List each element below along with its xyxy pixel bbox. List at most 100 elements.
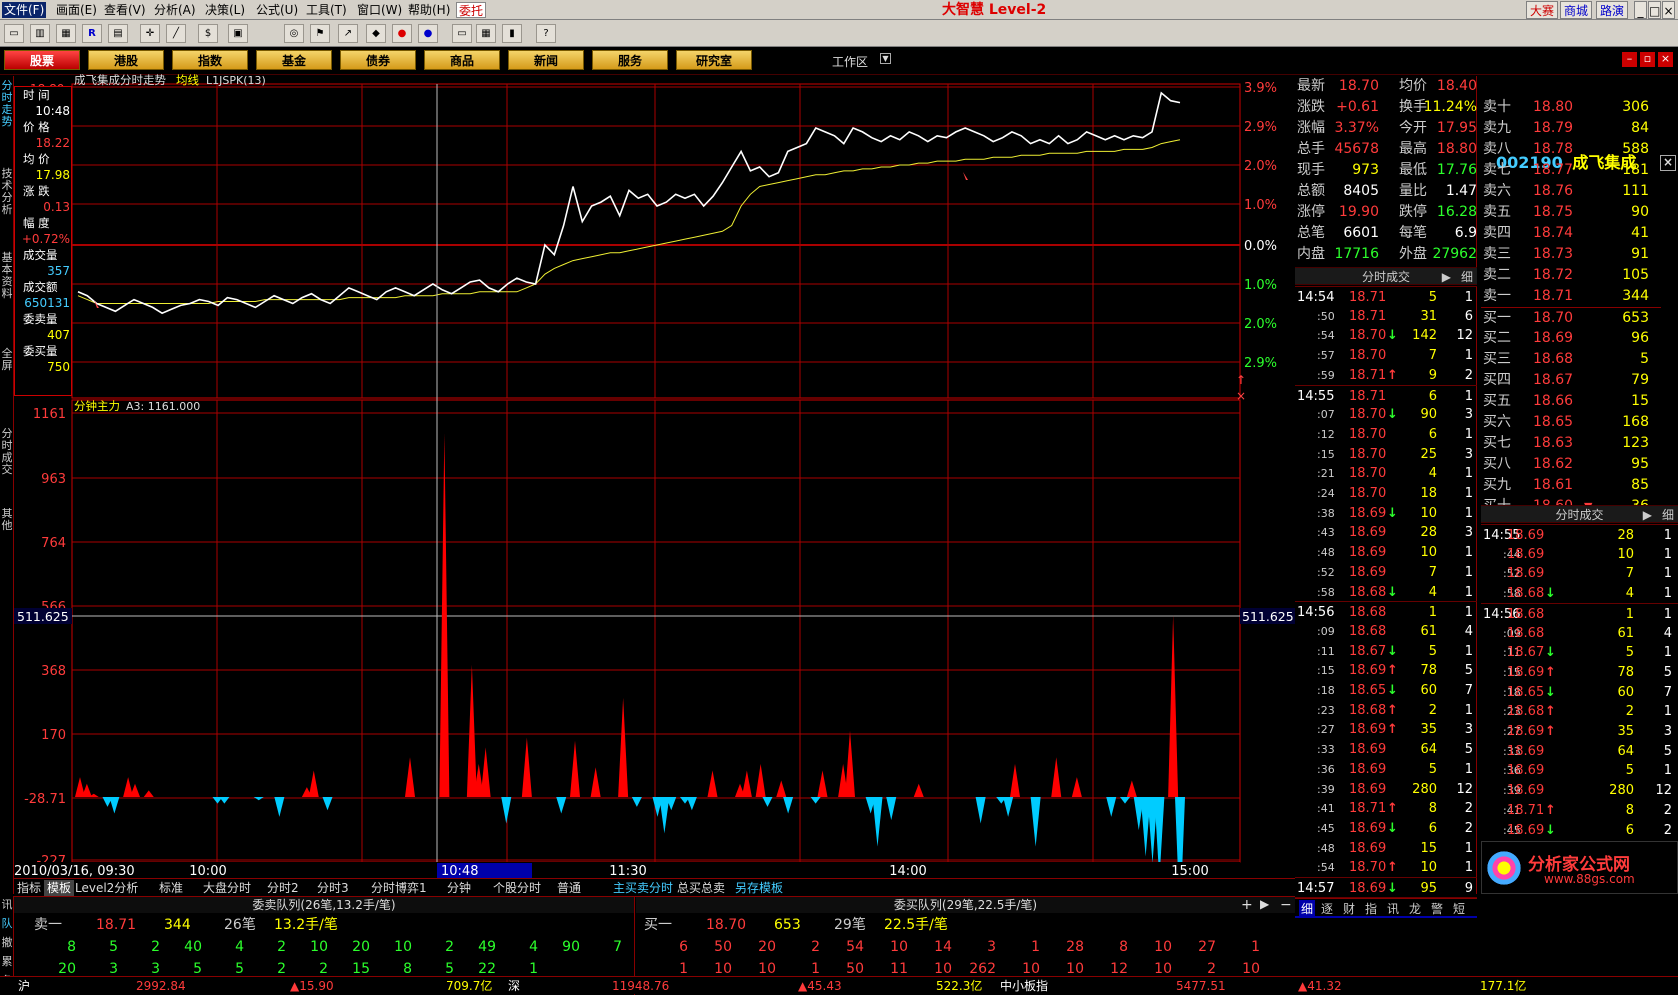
queue-side-tab-1[interactable]: 队: [1, 915, 13, 931]
template-tab-5[interactable]: 分时2: [264, 880, 302, 896]
template-tab-8[interactable]: 分钟: [444, 880, 474, 896]
right-bottom-tab-2[interactable]: 财: [1343, 900, 1355, 917]
right-bottom-tab-7[interactable]: 短: [1453, 900, 1465, 917]
play-icon[interactable]: ▶: [1442, 268, 1451, 286]
trades2-detail-tab[interactable]: 细: [1662, 506, 1674, 524]
trades-header-label: 分时成交: [1361, 270, 1410, 284]
orderbook-row[interactable]: 卖七 18.77 181: [1481, 160, 1661, 181]
trades-header: 分时成交 ▶ 细: [1295, 267, 1477, 285]
template-tab-9[interactable]: 个股分时: [490, 880, 544, 896]
queue-side-tab-0[interactable]: 讯: [1, 896, 13, 912]
orderbook-row[interactable]: 卖八 18.78 588: [1481, 139, 1661, 160]
minimize-icon[interactable]: _: [1634, 1, 1647, 19]
trade-row: :45 18.69 ↓ 6 2: [1481, 820, 1678, 841]
flow-bar-pos: [521, 737, 532, 797]
trades-detail-tab[interactable]: 细: [1461, 268, 1473, 286]
restore-icon[interactable]: □: [1648, 1, 1661, 19]
orderbook-row[interactable]: 买二 18.69 96: [1481, 328, 1661, 349]
trade-count: 1: [1464, 348, 1473, 364]
orderbook-row[interactable]: 买六 18.65 168: [1481, 412, 1661, 433]
orderbook-row[interactable]: 卖五 18.75 90: [1481, 202, 1661, 223]
right-bottom-tab-6[interactable]: 警: [1431, 900, 1443, 917]
sell-queue-summary: 卖一 18.71 344 26笔 13.2手/笔: [34, 915, 634, 935]
template-tab-13[interactable]: 另存模板: [732, 880, 786, 896]
queue-cell: 54: [846, 939, 864, 955]
flow-bar-neg: [872, 797, 883, 847]
top-link-0[interactable]: 大赛: [1526, 1, 1559, 19]
orderbook-row[interactable]: 买七 18.63 123: [1481, 433, 1661, 454]
template-tab-4[interactable]: 大盘分时: [200, 880, 254, 896]
nav-close-icon[interactable]: –: [1622, 52, 1637, 67]
add-icon[interactable]: +: [1241, 897, 1253, 913]
right-bottom-tab-1[interactable]: 逐: [1321, 900, 1333, 917]
orderbook-label: 买六: [1483, 414, 1511, 430]
flow-bar-pos: [143, 790, 154, 797]
orderbook-row[interactable]: 买八 18.62 95: [1481, 454, 1661, 475]
right-bottom-tab-4[interactable]: 讯: [1387, 900, 1399, 917]
orderbook-row[interactable]: 卖三 18.73 91: [1481, 244, 1661, 265]
queue-side-tab-3[interactable]: 累: [1, 953, 13, 969]
template-tab-10[interactable]: 普通: [554, 880, 584, 896]
collapse-icon[interactable]: −: [1280, 897, 1292, 913]
nav-restore-icon[interactable]: ▫: [1640, 52, 1655, 67]
trade-count: 1: [1663, 566, 1672, 582]
orderbook-row[interactable]: 卖十 18.80 306: [1481, 97, 1661, 118]
play-icon[interactable]: ▶: [1643, 506, 1652, 524]
template-tab-2[interactable]: Level2分析: [72, 880, 141, 896]
trade-count: 1: [1464, 505, 1473, 521]
quote-label-2: 均价: [1399, 78, 1427, 94]
queue-cell: 28: [1066, 939, 1084, 955]
template-tab-0[interactable]: 指标: [14, 880, 44, 896]
sme-chg: ▲41.32: [1298, 979, 1342, 993]
top-link-1[interactable]: 商城: [1560, 1, 1593, 19]
nav-x-icon[interactable]: ×: [1658, 52, 1673, 67]
x-tick-0: 2010/03/16, 09:30: [14, 864, 135, 879]
template-tab-7[interactable]: 分时博弈1: [368, 880, 430, 896]
orderbook-row[interactable]: 买一 18.70 653: [1481, 307, 1661, 328]
orderbook-row[interactable]: 卖六 18.76 111: [1481, 181, 1661, 202]
sell-queue-label: 卖一: [34, 917, 62, 933]
template-tab-11[interactable]: 主买卖分时: [610, 880, 676, 896]
quote-value-2: 16.28: [1436, 204, 1477, 220]
close-window-icon[interactable]: ×: [1662, 1, 1675, 19]
orderbook-row[interactable]: 买五 18.66 15: [1481, 391, 1661, 412]
next-icon[interactable]: ▶: [1260, 897, 1269, 911]
trade-price: 18.71: [1349, 367, 1387, 383]
queue-cell: 40: [184, 939, 202, 955]
orderbook-price: 18.62: [1533, 456, 1574, 472]
close-icon[interactable]: ×: [1660, 155, 1676, 171]
orderbook-row[interactable]: 买三 18.68 5: [1481, 349, 1661, 370]
up-arrow-icon: ↑: [1545, 802, 1556, 818]
template-tab-12[interactable]: 总买总卖: [674, 880, 728, 896]
orderbook-row[interactable]: 卖一 18.71 344: [1481, 286, 1661, 307]
trade-time: :36: [1317, 762, 1335, 776]
trade-vol: 6: [1428, 426, 1437, 442]
top-link-2[interactable]: 路演: [1596, 1, 1629, 19]
orderbook-row[interactable]: 买四 18.67 79: [1481, 370, 1661, 391]
quote-label-2: 外盘: [1399, 246, 1427, 262]
trade-row: :18 18.65 ↓ 60 7: [1295, 680, 1477, 701]
orderbook-price: 18.77: [1533, 162, 1574, 178]
trade-price: 18.69: [1349, 722, 1387, 738]
trade-vol: 10: [1420, 860, 1437, 876]
right-bottom-tab-0[interactable]: 细: [1299, 900, 1316, 917]
queue-side-tab-2[interactable]: 撤: [1, 934, 13, 950]
flow-bar-pos: [817, 770, 828, 797]
orderbook-row[interactable]: 买九 18.61 85: [1481, 475, 1661, 496]
trade-row: :45 18.69 ↓ 6 2: [1295, 818, 1477, 839]
sh-index: 2992.84: [136, 979, 186, 993]
right-bottom-tab-5[interactable]: 龙: [1409, 900, 1421, 917]
trade-count: 2: [1663, 802, 1672, 818]
orderbook-row[interactable]: 卖二 18.72 105: [1481, 265, 1661, 286]
template-tab-1[interactable]: 模板: [44, 880, 75, 896]
trade-vol: 90: [1420, 407, 1437, 423]
quote-row: 涨跌 +0.61 换手 11.24%: [1295, 97, 1477, 117]
orderbook-row[interactable]: 卖四 18.74 41: [1481, 223, 1661, 244]
orderbook-row[interactable]: 卖九 18.79 84: [1481, 118, 1661, 139]
trade-row: 14:54 18.71 5 1: [1295, 286, 1477, 307]
quote-value-2: 6.9: [1454, 225, 1477, 241]
template-tab-3[interactable]: 标准: [156, 880, 186, 896]
right-bottom-tab-3[interactable]: 指: [1365, 900, 1377, 917]
template-tab-6[interactable]: 分时3: [314, 880, 352, 896]
flow-bar-neg: [109, 797, 120, 814]
